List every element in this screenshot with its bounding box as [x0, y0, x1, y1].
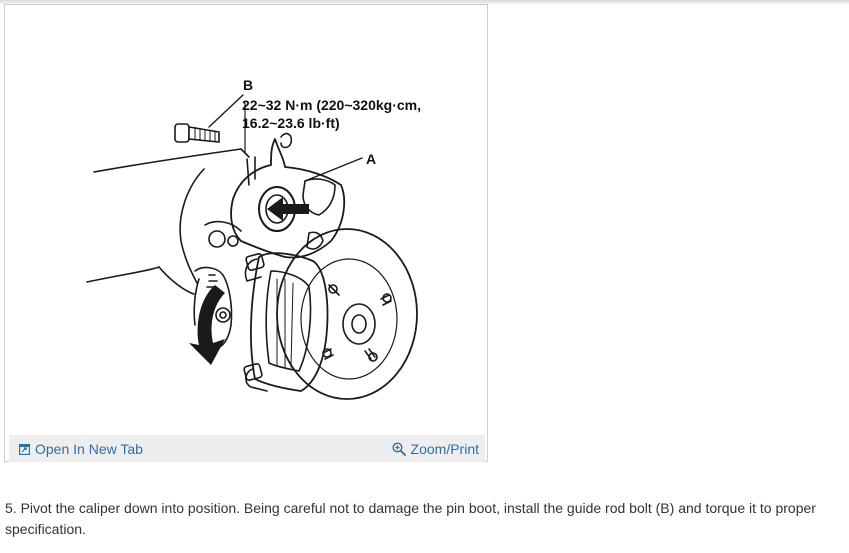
callout-b-label: B — [243, 77, 253, 93]
open-new-tab-link[interactable]: Open In New Tab — [19, 440, 143, 458]
figure-toolbar: Open In New Tab Zoom/Print — [9, 435, 485, 462]
callout-a-label: A — [366, 151, 376, 167]
instruction-step: 5. Pivot the caliper down into position.… — [5, 500, 816, 537]
figure-panel: B 22~32 N·m (220~320kg·cm, 16.2~23.6 lb·… — [4, 4, 488, 462]
caliper-illustration[interactable]: B 22~32 N·m (220~320kg·cm, 16.2~23.6 lb·… — [9, 9, 485, 435]
zoom-magnifier-icon — [392, 442, 406, 456]
torque-spec-line2: 16.2~23.6 lb·ft) — [242, 115, 340, 131]
torque-spec-line1: 22~32 N·m (220~320kg·cm, — [242, 97, 421, 113]
caliper-diagram: B 22~32 N·m (220~320kg·cm, 16.2~23.6 lb·… — [86, 77, 421, 400]
zoom-print-label: Zoom/Print — [410, 441, 479, 457]
zoom-print-link[interactable]: Zoom/Print — [392, 440, 479, 458]
open-new-tab-icon — [19, 443, 30, 455]
pin-arrow — [267, 197, 309, 221]
guide-rod-bolt-b — [174, 123, 220, 143]
open-new-tab-label: Open In New Tab — [35, 441, 143, 457]
